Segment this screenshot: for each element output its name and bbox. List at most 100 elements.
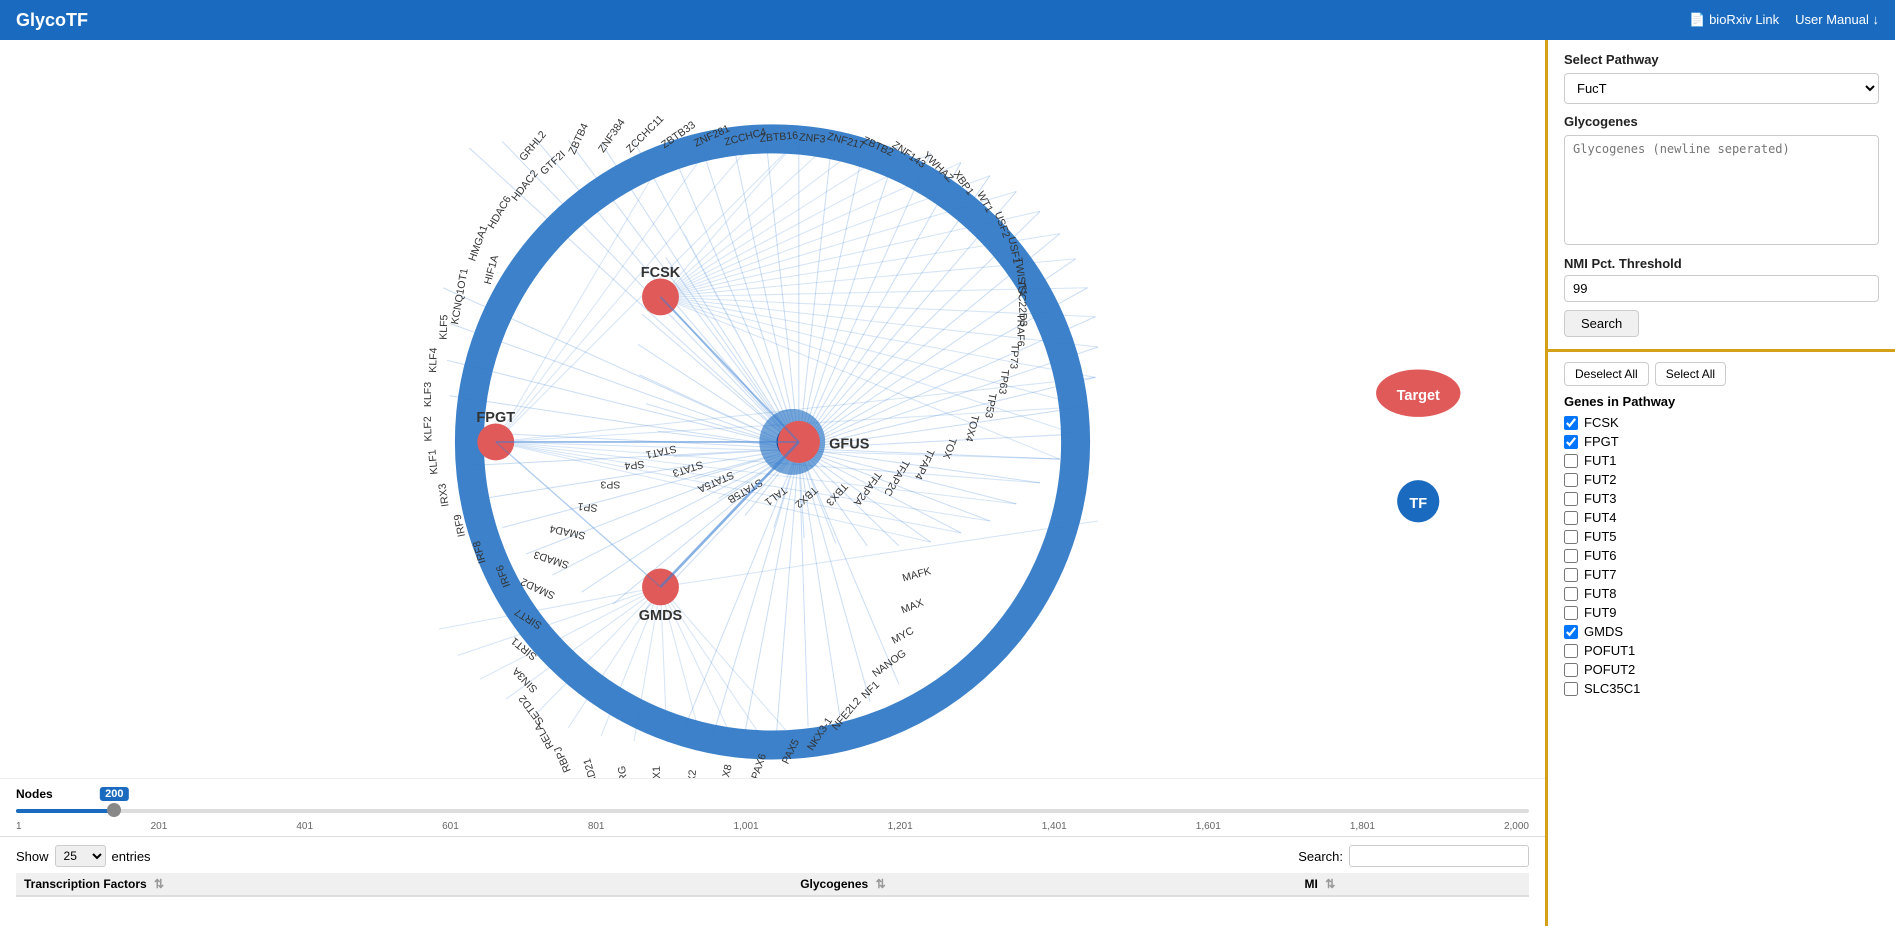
gene-item: FUT2 [1564, 472, 1879, 487]
col-glycogenes[interactable]: Glycogenes ⇅ [792, 873, 1296, 896]
table-search-box: Search: [1298, 845, 1529, 867]
network-svg[interactable]: ZBTB4 ZNF384 ZCCHC11 ZBTB33 ZNF281 ZCCHC… [0, 40, 1545, 778]
search-label: Search: [1298, 849, 1343, 864]
gene-item: FUT9 [1564, 605, 1879, 620]
table-area: Show 25 50 100 entries Search: [0, 836, 1545, 926]
top-controls: Select Pathway FucT GalT GlcT Glycogenes… [1548, 40, 1895, 352]
svg-text:SP4: SP4 [624, 458, 645, 472]
gene-label-fut5: FUT5 [1584, 529, 1617, 544]
gene-item: POFUT1 [1564, 643, 1879, 658]
svg-text:SP3: SP3 [600, 478, 620, 490]
gene-checkbox-fut5[interactable] [1564, 530, 1578, 544]
gene-label-fut3: FUT3 [1584, 491, 1617, 506]
gene-checkbox-fpgt[interactable] [1564, 435, 1578, 449]
gene-checkbox-fut6[interactable] [1564, 549, 1578, 563]
biorxiv-link[interactable]: 📄 bioRxiv Link [1689, 12, 1779, 28]
nmi-label: NMI Pct. Threshold [1564, 256, 1879, 271]
legend-tf-label: TF [1409, 496, 1427, 512]
gene-checkbox-pofut1[interactable] [1564, 644, 1578, 658]
slider-container: 200 1 201 401 601 801 1,001 1,201 1,401 … [16, 809, 1529, 832]
select-all-button[interactable]: Select All [1655, 362, 1726, 386]
entries-label: entries [112, 849, 151, 864]
gene-label-fcsk: FCSK [1584, 415, 1619, 430]
svg-text:PITX2: PITX2 [685, 769, 700, 778]
gene-label-gmds: GMDS [1584, 624, 1623, 639]
legend-target-label: Target [1397, 388, 1440, 404]
gene-item: POFUT2 [1564, 662, 1879, 677]
gene-checkbox-fut8[interactable] [1564, 587, 1578, 601]
svg-text:KLF4: KLF4 [427, 347, 440, 373]
gene-checkbox-pofut2[interactable] [1564, 663, 1578, 677]
svg-text:FCSK: FCSK [641, 265, 681, 281]
gene-label-fut6: FUT6 [1584, 548, 1617, 563]
table-search-input[interactable] [1349, 845, 1529, 867]
svg-text:KLF1: KLF1 [426, 449, 440, 475]
table-controls: Show 25 50 100 entries Search: [16, 845, 1529, 867]
sort-tf-icon: ⇅ [154, 877, 164, 891]
slider-area: Nodes 200 1 201 401 601 801 1,001 1,201 … [0, 778, 1545, 836]
gene-label-fut7: FUT7 [1584, 567, 1617, 582]
col-tf[interactable]: Transcription Factors ⇅ [16, 873, 792, 896]
gene-item: FUT7 [1564, 567, 1879, 582]
gene-label-fut2: FUT2 [1584, 472, 1617, 487]
svg-text:GFUS: GFUS [829, 437, 870, 453]
gene-item: FCSK [1564, 415, 1879, 430]
glycogenes-label: Glycogenes [1564, 114, 1879, 129]
select-pathway-label: Select Pathway [1564, 52, 1879, 67]
gene-checkbox-gmds[interactable] [1564, 625, 1578, 639]
deselect-all-button[interactable]: Deselect All [1564, 362, 1649, 386]
gene-label-fut9: FUT9 [1584, 605, 1617, 620]
gene-item: FUT8 [1564, 586, 1879, 601]
svg-text:KLF3: KLF3 [422, 382, 434, 407]
sort-mi-icon: ⇅ [1325, 877, 1335, 891]
svg-text:PKNOX1: PKNOX1 [651, 766, 664, 778]
gene-item: GMDS [1564, 624, 1879, 639]
pathway-select[interactable]: FucT GalT GlcT [1564, 73, 1879, 104]
right-panel: Select Pathway FucT GalT GlcT Glycogenes… [1545, 40, 1895, 926]
search-button[interactable]: Search [1564, 310, 1639, 337]
graph-area: ZBTB4 ZNF384 ZCCHC11 ZBTB33 ZNF281 ZCCHC… [0, 40, 1545, 778]
gene-checkbox-list: FCSK FPGT FUT1 FUT2 FUT3 FUT4 FUT5 FUT6 FUT7 FUT8… [1564, 415, 1879, 696]
gene-item: FUT4 [1564, 510, 1879, 525]
svg-text:TP73: TP73 [1007, 344, 1020, 370]
gene-checkbox-fcsk[interactable] [1564, 416, 1578, 430]
show-entries: Show 25 50 100 entries [16, 845, 151, 867]
gene-checkbox-fut7[interactable] [1564, 568, 1578, 582]
deselect-select-row: Deselect All Select All [1564, 362, 1879, 386]
gene-checkbox-slc35c1[interactable] [1564, 682, 1578, 696]
gene-label-fut4: FUT4 [1584, 510, 1617, 525]
svg-text:KLF2: KLF2 [422, 416, 435, 442]
gene-item: FPGT [1564, 434, 1879, 449]
nmi-input[interactable] [1564, 275, 1879, 302]
app-title: GlycoTF [16, 10, 88, 31]
slider-thumb[interactable] [107, 803, 121, 817]
gene-checkbox-fut2[interactable] [1564, 473, 1578, 487]
slider-track: 200 [16, 809, 1529, 813]
gene-label-fut8: FUT8 [1584, 586, 1617, 601]
gene-checkbox-fut3[interactable] [1564, 492, 1578, 506]
svg-text:FPGT: FPGT [476, 410, 515, 426]
nodes-label: Nodes [16, 787, 1529, 801]
genes-in-pathway-label: Genes in Pathway [1564, 394, 1879, 409]
gene-item: FUT1 [1564, 453, 1879, 468]
col-mi[interactable]: MI ⇅ [1297, 873, 1529, 896]
svg-text:GMDS: GMDS [639, 608, 683, 624]
svg-text:TRAF6: TRAF6 [1015, 313, 1027, 346]
gene-label-slc35c1: SLC35C1 [1584, 681, 1640, 696]
gene-checkbox-fut1[interactable] [1564, 454, 1578, 468]
svg-text:KLF5: KLF5 [438, 314, 451, 340]
header: GlycoTF 📄 bioRxiv Link User Manual ↓ [0, 0, 1895, 40]
glycogenes-textarea[interactable] [1564, 135, 1879, 245]
gene-list-panel: Deselect All Select All Genes in Pathway… [1548, 352, 1895, 926]
header-links: 📄 bioRxiv Link User Manual ↓ [1689, 12, 1879, 28]
svg-text:SP1: SP1 [577, 500, 598, 514]
data-table: Transcription Factors ⇅ Glycogenes ⇅ MI … [16, 873, 1529, 897]
gene-checkbox-fut4[interactable] [1564, 511, 1578, 525]
user-manual-link[interactable]: User Manual ↓ [1795, 12, 1879, 28]
gene-item: FUT5 [1564, 529, 1879, 544]
gene-item: FUT3 [1564, 491, 1879, 506]
main-layout: ZBTB4 ZNF384 ZCCHC11 ZBTB33 ZNF281 ZCCHC… [0, 40, 1895, 926]
gene-checkbox-fut9[interactable] [1564, 606, 1578, 620]
gene-label-pofut2: POFUT2 [1584, 662, 1635, 677]
entries-select[interactable]: 25 50 100 [55, 845, 106, 867]
